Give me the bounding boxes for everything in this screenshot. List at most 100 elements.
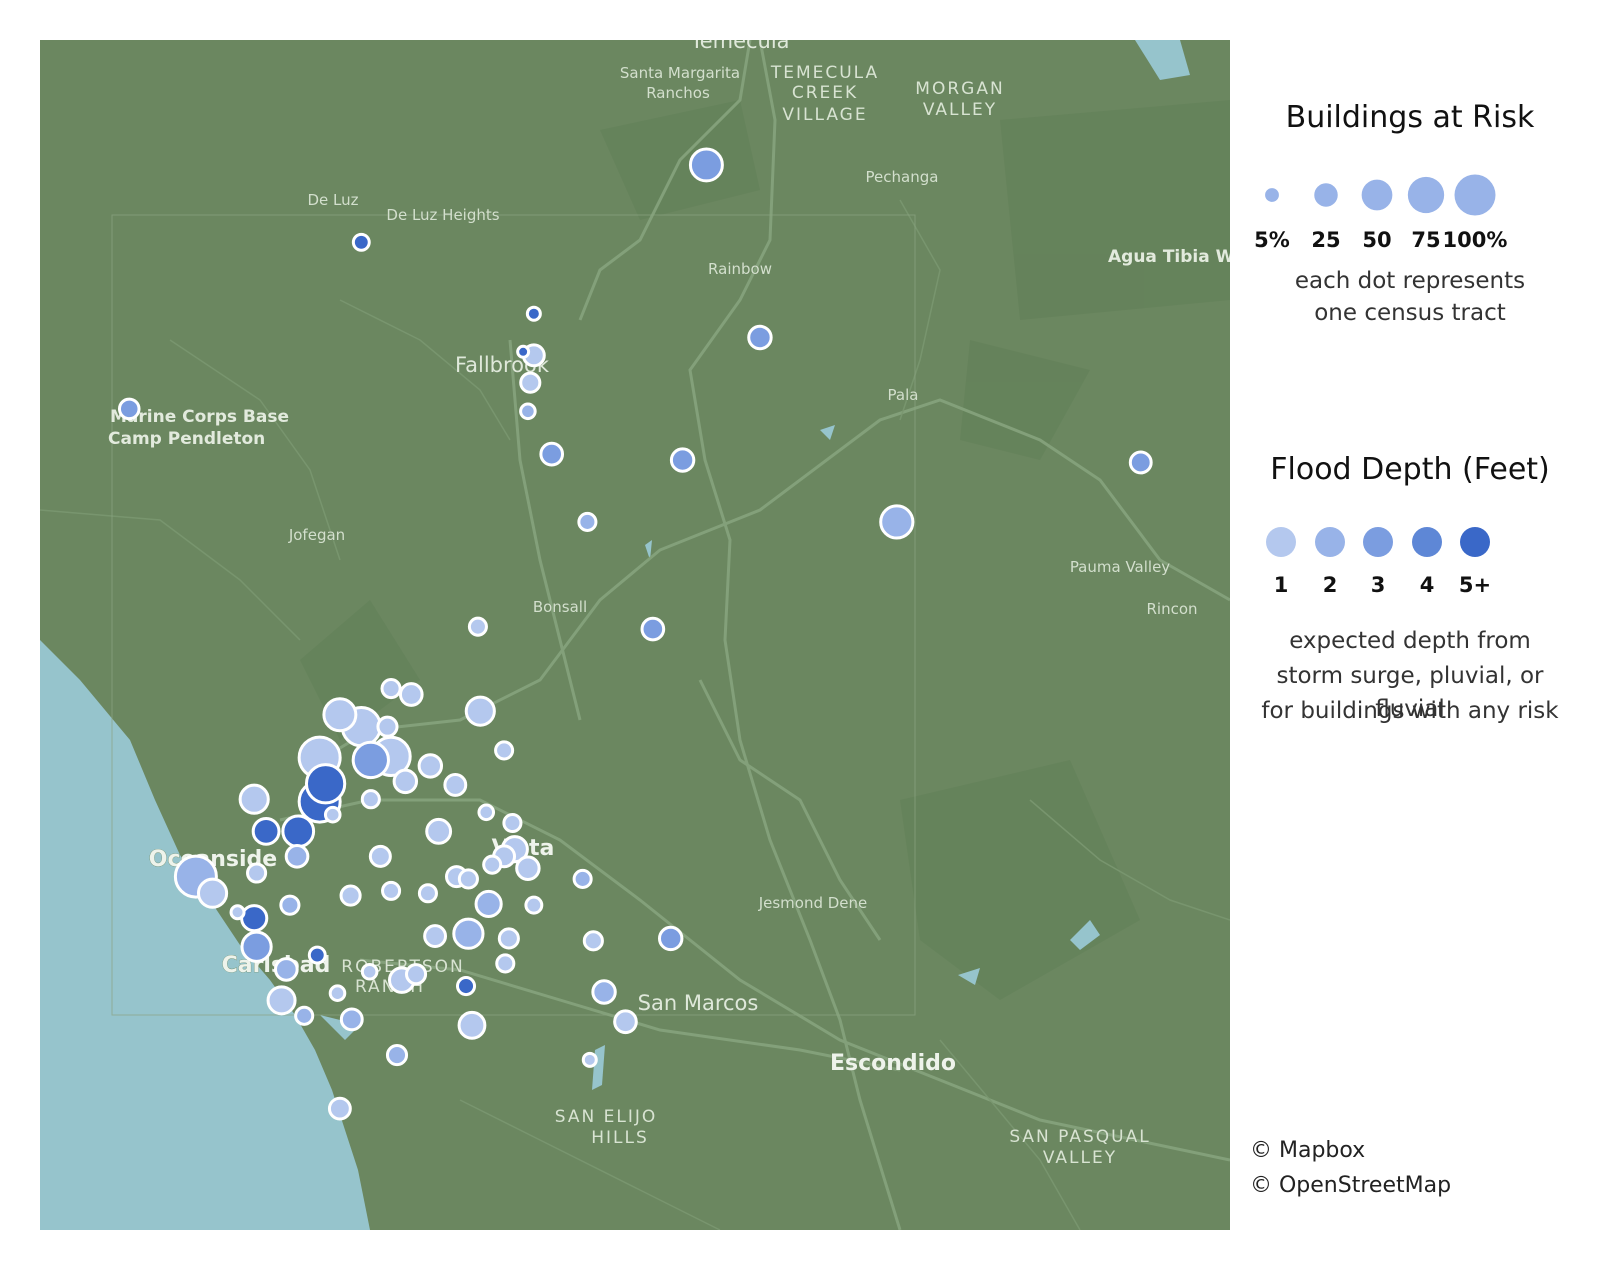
tract-dot[interactable] bbox=[294, 1005, 315, 1026]
tract-dot[interactable] bbox=[238, 783, 270, 815]
tract-dot[interactable] bbox=[417, 753, 444, 779]
tract-dot[interactable] bbox=[474, 889, 503, 919]
tract-dot[interactable] bbox=[457, 1010, 487, 1040]
size-legend-dot bbox=[1314, 183, 1338, 207]
place-label: Rainbow bbox=[708, 260, 772, 278]
tract-dot[interactable] bbox=[328, 984, 347, 1002]
tract-dot[interactable] bbox=[613, 1009, 638, 1035]
place-label: Rincon bbox=[1146, 600, 1197, 618]
tract-dot[interactable] bbox=[240, 930, 273, 963]
tract-dot[interactable] bbox=[467, 616, 488, 637]
tract-dot[interactable] bbox=[368, 844, 392, 868]
tract-dot[interactable] bbox=[524, 895, 544, 915]
tract-dot[interactable] bbox=[274, 957, 299, 982]
tract-dot[interactable] bbox=[502, 812, 523, 834]
size-legend: 5% 25 50 75 100% bbox=[1254, 174, 1508, 252]
tract-dot[interactable] bbox=[417, 883, 438, 904]
tract-dot[interactable] bbox=[376, 715, 399, 738]
depth-legend-title: Flood Depth (Feet) bbox=[1270, 452, 1550, 487]
tract-dot[interactable] bbox=[423, 924, 448, 948]
tract-dot[interactable] bbox=[443, 773, 468, 797]
tract-dot[interactable] bbox=[304, 763, 347, 805]
size-note-line-1: each dot represents bbox=[1294, 268, 1526, 294]
size-legend-label: 100% bbox=[1443, 228, 1508, 252]
tract-dot[interactable] bbox=[351, 740, 390, 780]
tract-dot[interactable] bbox=[572, 868, 593, 889]
place-label: SAN ELIJO bbox=[555, 1107, 657, 1127]
tract-dot[interactable] bbox=[657, 925, 684, 952]
tract-dot[interactable] bbox=[360, 789, 381, 810]
size-legend-label: 25 bbox=[1311, 228, 1340, 252]
tract-dot[interactable] bbox=[525, 305, 542, 322]
tract-dot[interactable] bbox=[281, 814, 316, 849]
tract-dot[interactable] bbox=[425, 817, 453, 845]
tract-dot[interactable] bbox=[385, 1044, 409, 1067]
tract-dot[interactable] bbox=[229, 904, 246, 921]
tract-dot[interactable] bbox=[688, 147, 724, 183]
credit-openstreetmap[interactable]: © OpenStreetMap bbox=[1250, 1173, 1451, 1198]
tract-dot[interactable] bbox=[669, 447, 696, 473]
tract-dot[interactable] bbox=[404, 963, 428, 986]
size-legend-dot bbox=[1407, 176, 1445, 214]
tract-dot[interactable] bbox=[279, 894, 301, 916]
tract-dot[interactable] bbox=[495, 953, 516, 974]
place-label: Bonsall bbox=[533, 598, 587, 616]
tract-dot[interactable] bbox=[251, 816, 281, 846]
tract-dot[interactable] bbox=[452, 917, 485, 950]
depth-legend-dot bbox=[1412, 527, 1442, 557]
tract-dot[interactable] bbox=[339, 1007, 364, 1032]
tract-dot[interactable] bbox=[246, 862, 268, 884]
tract-dot[interactable] bbox=[307, 945, 327, 965]
tract-dot[interactable] bbox=[322, 697, 358, 733]
tract-dot[interactable] bbox=[392, 768, 419, 795]
tract-dot[interactable] bbox=[360, 962, 379, 981]
tract-dot[interactable] bbox=[351, 232, 371, 252]
tract-dot[interactable] bbox=[1128, 450, 1153, 475]
credit-mapbox[interactable]: © Mapbox bbox=[1250, 1138, 1365, 1163]
tract-dot[interactable] bbox=[266, 985, 297, 1016]
tract-dot[interactable] bbox=[516, 344, 531, 359]
tract-dot[interactable] bbox=[747, 324, 773, 351]
depth-legend-dot bbox=[1266, 527, 1296, 557]
tract-dot[interactable] bbox=[591, 979, 617, 1005]
tract-dot[interactable] bbox=[477, 803, 496, 822]
place-label: VALLEY bbox=[923, 100, 997, 120]
place-label: Santa Margarita bbox=[620, 64, 740, 82]
tract-dot[interactable] bbox=[581, 1051, 598, 1068]
tract-dot[interactable] bbox=[879, 504, 915, 540]
tract-dot[interactable] bbox=[539, 441, 565, 467]
tract-dot[interactable] bbox=[582, 930, 604, 952]
tract-dot[interactable] bbox=[577, 511, 598, 532]
legend: Buildings at Risk 5% 25 50 75 100% each dot … bbox=[1240, 0, 1600, 1264]
place-label: TEMECULA bbox=[770, 63, 879, 83]
tract-dot[interactable] bbox=[284, 844, 310, 869]
tract-dot[interactable] bbox=[494, 740, 515, 761]
tract-dot[interactable] bbox=[196, 877, 229, 909]
tract-dot[interactable] bbox=[455, 976, 477, 997]
flood-risk-map[interactable]: Temecula Santa Margarita Ranchos TEMECULACR… bbox=[40, 40, 1230, 1230]
place-label: Temecula bbox=[689, 40, 789, 53]
size-legend-dot bbox=[1265, 188, 1279, 202]
tract-dot[interactable] bbox=[515, 855, 541, 881]
tract-dot[interactable] bbox=[240, 904, 269, 933]
tract-dot[interactable] bbox=[519, 402, 537, 421]
place-label: Camp Pendleton bbox=[108, 429, 265, 449]
tract-dot[interactable] bbox=[339, 884, 362, 907]
tract-dot[interactable] bbox=[380, 677, 402, 700]
size-legend-label: 5% bbox=[1254, 228, 1290, 252]
tract-dot[interactable] bbox=[457, 868, 479, 890]
tract-dot[interactable] bbox=[323, 805, 342, 824]
depth-legend-label: 2 bbox=[1323, 573, 1338, 597]
tract-dot[interactable] bbox=[381, 880, 402, 901]
tract-dot[interactable] bbox=[640, 616, 666, 642]
depth-legend: 1 2 3 4 5+ bbox=[1266, 527, 1491, 597]
tract-dot[interactable] bbox=[464, 695, 496, 727]
depth-legend-dot bbox=[1315, 527, 1345, 557]
tract-dot[interactable] bbox=[497, 927, 520, 950]
place-label: Agua Tibia Wilderness bbox=[1108, 247, 1230, 267]
tract-dot[interactable] bbox=[327, 1096, 352, 1121]
tract-dot[interactable] bbox=[398, 682, 424, 707]
tract-dot[interactable] bbox=[117, 397, 141, 421]
tract-dot[interactable] bbox=[519, 371, 542, 394]
tract-dot[interactable] bbox=[482, 854, 503, 875]
